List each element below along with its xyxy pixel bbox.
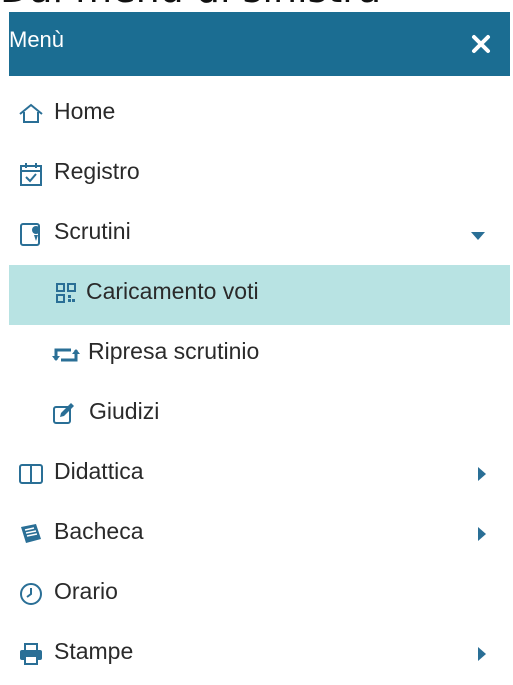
menu-item-home[interactable]: Home: [9, 85, 510, 145]
clock-icon: [20, 583, 42, 605]
menu-item-orario[interactable]: Orario: [9, 565, 510, 625]
chevron-right-icon[interactable]: [478, 467, 486, 481]
menu-item-label: Caricamento voti: [86, 278, 259, 304]
scrutini-icon: [20, 223, 40, 246]
menu-item-label: Didattica: [54, 458, 144, 484]
menu-item-bacheca[interactable]: Bacheca: [9, 505, 510, 565]
retweet-icon: [52, 348, 80, 362]
menu-item-ripresa-scrutinio[interactable]: Ripresa scrutinio: [9, 325, 510, 385]
menu-item-stampe[interactable]: Stampe: [9, 625, 510, 685]
printer-icon: [20, 643, 42, 665]
menu-item-caricamento-voti[interactable]: Caricamento voti: [9, 265, 510, 325]
menu-item-registro[interactable]: Registro: [9, 145, 510, 205]
menu-item-label: Orario: [54, 578, 118, 604]
menu-item-label: Ripresa scrutinio: [88, 338, 260, 364]
close-icon[interactable]: [471, 34, 491, 54]
menu-item-label: Bacheca: [54, 518, 144, 544]
menu-item-label: Registro: [54, 158, 140, 184]
home-icon: [19, 103, 43, 123]
edit-icon: [53, 403, 74, 424]
calendar-icon: [20, 163, 42, 186]
menu-item-label: Stampe: [54, 638, 134, 664]
menu-item-scrutini[interactable]: Scrutini: [9, 205, 510, 265]
menu-item-giudizi[interactable]: Giudizi: [9, 385, 510, 445]
qrcode-icon: [56, 283, 76, 303]
menu-item-didattica[interactable]: Didattica: [9, 445, 510, 505]
caption-text: Dal menù di sinistra: [0, 0, 381, 11]
chevron-right-icon[interactable]: [478, 527, 486, 541]
menu-item-label: Giudizi: [89, 398, 160, 424]
chevron-right-icon[interactable]: [478, 647, 486, 661]
menu-header: Menù: [9, 12, 510, 76]
menu-item-label: Home: [54, 98, 116, 124]
page-caption: Dal menù di sinistra: [0, 0, 513, 12]
menu-title: Menù: [9, 27, 65, 52]
newspaper-icon: [21, 524, 41, 543]
menu-item-label: Scrutini: [54, 218, 131, 244]
chevron-down-icon[interactable]: [471, 232, 485, 240]
book-icon: [19, 464, 43, 484]
